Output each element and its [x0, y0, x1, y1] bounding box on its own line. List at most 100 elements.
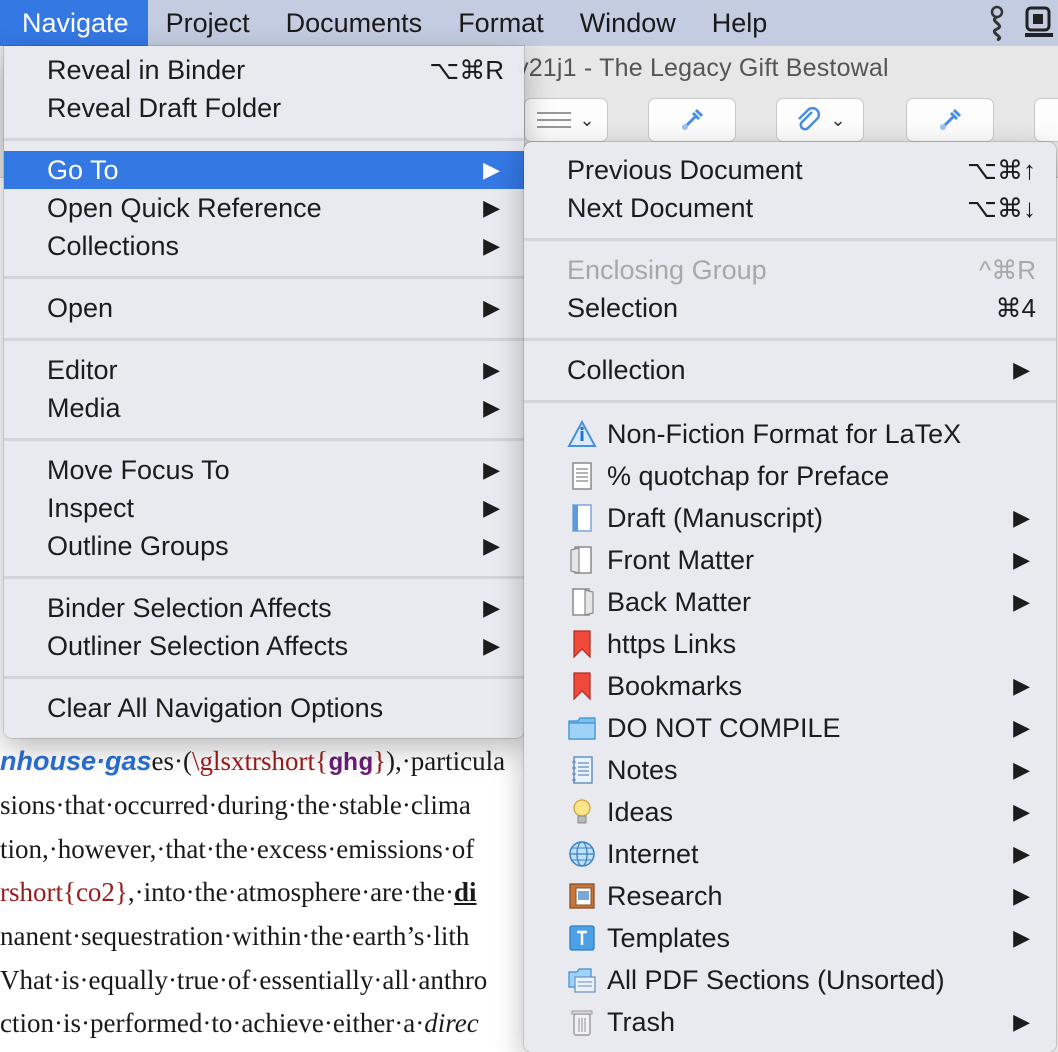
menu-item-reveal-in-binder[interactable]: Reveal in Binder ⌥⌘R — [4, 51, 524, 89]
menu-item-previous-document[interactable]: Previous Document ⌥⌘↑ — [524, 151, 1056, 189]
binder-item-all-pdf-sections[interactable]: All PDF Sections (Unsorted) — [524, 961, 1056, 999]
trash-icon — [571, 1010, 593, 1036]
eyedropper-icon — [681, 108, 704, 131]
menu-item-media[interactable]: Media ▶ — [4, 389, 524, 427]
menu-item-label: Non-Fiction Format for LaTeX — [607, 419, 962, 449]
menu-item-next-document[interactable]: Next Document ⌥⌘↓ — [524, 189, 1056, 227]
shortcut-label: ⌥⌘↑ — [967, 155, 1036, 185]
editor-line: ction·is·performed·to·achieve·either·a·d… — [0, 1008, 479, 1048]
binder-item-back-matter[interactable]: Back Matter ▶ — [524, 583, 1056, 621]
editor-text: Vhat·is·equally·true·of·essentially·all·… — [0, 965, 488, 995]
menu-item-collection[interactable]: Collection ▶ — [524, 351, 1056, 389]
binder-item-research[interactable]: Research ▶ — [524, 877, 1056, 915]
editor-line: rshort{co2},·into·the·atmosphere·are·the… — [0, 877, 477, 917]
editor-text: tion,·however,·that·the·excess·emissions… — [0, 834, 475, 864]
menu-item-label: Bookmarks — [607, 671, 743, 701]
shortcut-label: ⌥⌘R — [429, 55, 504, 85]
bookmark-red-icon — [573, 672, 591, 701]
menu-separator — [524, 400, 1056, 403]
binder-item-non-fiction-format[interactable]: Non-Fiction Format for LaTeX — [524, 415, 1056, 453]
submenu-arrow-icon: ▶ — [1013, 673, 1030, 698]
menu-item-label: DO NOT COMPILE — [607, 713, 841, 743]
alignment-dropdown[interactable]: ⌄ — [524, 98, 608, 142]
binder-item-do-not-compile[interactable]: DO NOT COMPILE ▶ — [524, 709, 1056, 747]
submenu-arrow-icon: ▶ — [483, 457, 500, 482]
menu-item-outliner-selection-affects[interactable]: Outliner Selection Affects ▶ — [4, 627, 524, 665]
menu-item-open[interactable]: Open ▶ — [4, 289, 524, 327]
globe-icon — [569, 841, 595, 867]
toolbar-button-partial[interactable] — [1034, 98, 1058, 142]
submenu-arrow-icon: ▶ — [1013, 757, 1030, 782]
draft-folder-icon — [572, 504, 592, 532]
menu-item-label: Collections — [47, 231, 180, 261]
binder-item-trash[interactable]: Trash ▶ — [524, 1003, 1056, 1041]
menubar-window[interactable]: Window — [562, 0, 694, 46]
menubar-documents[interactable]: Documents — [268, 0, 441, 46]
menu-separator — [4, 276, 524, 279]
binder-item-draft[interactable]: Draft (Manuscript) ▶ — [524, 499, 1056, 537]
binder-item-bookmarks[interactable]: Bookmarks ▶ — [524, 667, 1056, 705]
editor-line: tion,·however,·that·the·excess·emissions… — [0, 834, 474, 874]
menu-item-move-focus-to[interactable]: Move Focus To ▶ — [4, 451, 524, 489]
binder-item-ideas[interactable]: Ideas ▶ — [524, 793, 1056, 831]
menu-item-outline-groups[interactable]: Outline Groups ▶ — [4, 527, 524, 565]
menu-item-inspect[interactable]: Inspect ▶ — [4, 489, 524, 527]
highlight-picker-button[interactable] — [906, 98, 994, 142]
binder-item-notes[interactable]: Notes ▶ — [524, 751, 1056, 789]
menu-separator — [4, 576, 524, 579]
menu-item-collections[interactable]: Collections ▶ — [4, 227, 524, 265]
menu-item-go-to[interactable]: Go To ▶ — [4, 151, 524, 189]
binder-item-https-links[interactable]: https Links — [524, 625, 1056, 663]
menu-item-label: Front Matter — [607, 545, 755, 575]
shortcut-label: ⌘4 — [995, 293, 1036, 323]
submenu-arrow-icon: ▶ — [1013, 505, 1030, 530]
menubar-format[interactable]: Format — [440, 0, 562, 46]
menu-item-editor[interactable]: Editor ▶ — [4, 351, 524, 389]
eyedropper-icon — [939, 108, 962, 131]
menubar-project[interactable]: Project — [148, 0, 268, 46]
submenu-arrow-icon: ▶ — [1013, 799, 1030, 824]
menu-item-label: Clear All Navigation Options — [47, 693, 384, 723]
submenu-arrow-icon: ▶ — [483, 357, 500, 382]
attachment-dropdown[interactable]: ⌄ — [776, 98, 864, 142]
paperclip-icon — [798, 106, 821, 131]
submenu-arrow-icon: ▶ — [1013, 841, 1030, 866]
menu-item-open-quick-reference[interactable]: Open Quick Reference ▶ — [4, 189, 524, 227]
text-document-icon — [572, 462, 592, 490]
scrivener-hook-icon[interactable] — [984, 5, 1010, 41]
submenu-arrow-icon: ▶ — [1013, 883, 1030, 908]
menu-item-clear-all-navigation-options[interactable]: Clear All Navigation Options — [4, 689, 524, 727]
submenu-arrow-icon: ▶ — [483, 295, 500, 320]
menubar-navigate[interactable]: Navigate — [0, 0, 148, 46]
color-picker-button[interactable] — [648, 98, 736, 142]
editor-text: ction·is·performed·to·achieve·either·a· — [0, 1008, 425, 1038]
front-matter-icon — [570, 546, 592, 574]
folder-stack-icon — [568, 968, 596, 993]
menu-item-selection[interactable]: Selection ⌘4 — [524, 289, 1056, 327]
menu-separator — [4, 438, 524, 441]
menu-item-label: All PDF Sections (Unsorted) — [607, 965, 945, 995]
binder-item-internet[interactable]: Internet ▶ — [524, 835, 1056, 873]
menu-item-binder-selection-affects[interactable]: Binder Selection Affects ▶ — [4, 589, 524, 627]
menubar-help[interactable]: Help — [694, 0, 786, 46]
menu-item-label: % quotchap for Preface — [607, 461, 890, 491]
submenu-arrow-icon: ▶ — [483, 633, 500, 658]
research-icon — [569, 883, 595, 909]
screen-share-icon[interactable] — [1024, 5, 1054, 41]
menu-item-label: Reveal Draft Folder — [47, 93, 282, 123]
binder-item-front-matter[interactable]: Front Matter ▶ — [524, 541, 1056, 579]
latex-command: \glsxtrshort{ — [192, 746, 328, 776]
submenu-arrow-icon: ▶ — [1013, 547, 1030, 572]
editor-text: ),·particula — [385, 746, 506, 776]
warning-info-icon — [567, 419, 597, 447]
binder-item-quotchap[interactable]: % quotchap for Preface — [524, 457, 1056, 495]
menu-item-label: Previous Document — [567, 155, 803, 185]
shortcut-label: ^⌘R — [979, 255, 1036, 285]
menu-item-reveal-draft-folder[interactable]: Reveal Draft Folder — [4, 89, 524, 127]
linked-text[interactable]: di — [454, 877, 477, 907]
editor-text: es·( — [151, 746, 193, 776]
binder-item-templates[interactable]: Templates ▶ — [524, 919, 1056, 957]
window-title: y21j1 - The Legacy Gift Bestowal — [516, 54, 889, 82]
menu-item-enclosing-group: Enclosing Group ^⌘R — [524, 251, 1056, 289]
menu-item-label: Outliner Selection Affects — [47, 631, 349, 661]
